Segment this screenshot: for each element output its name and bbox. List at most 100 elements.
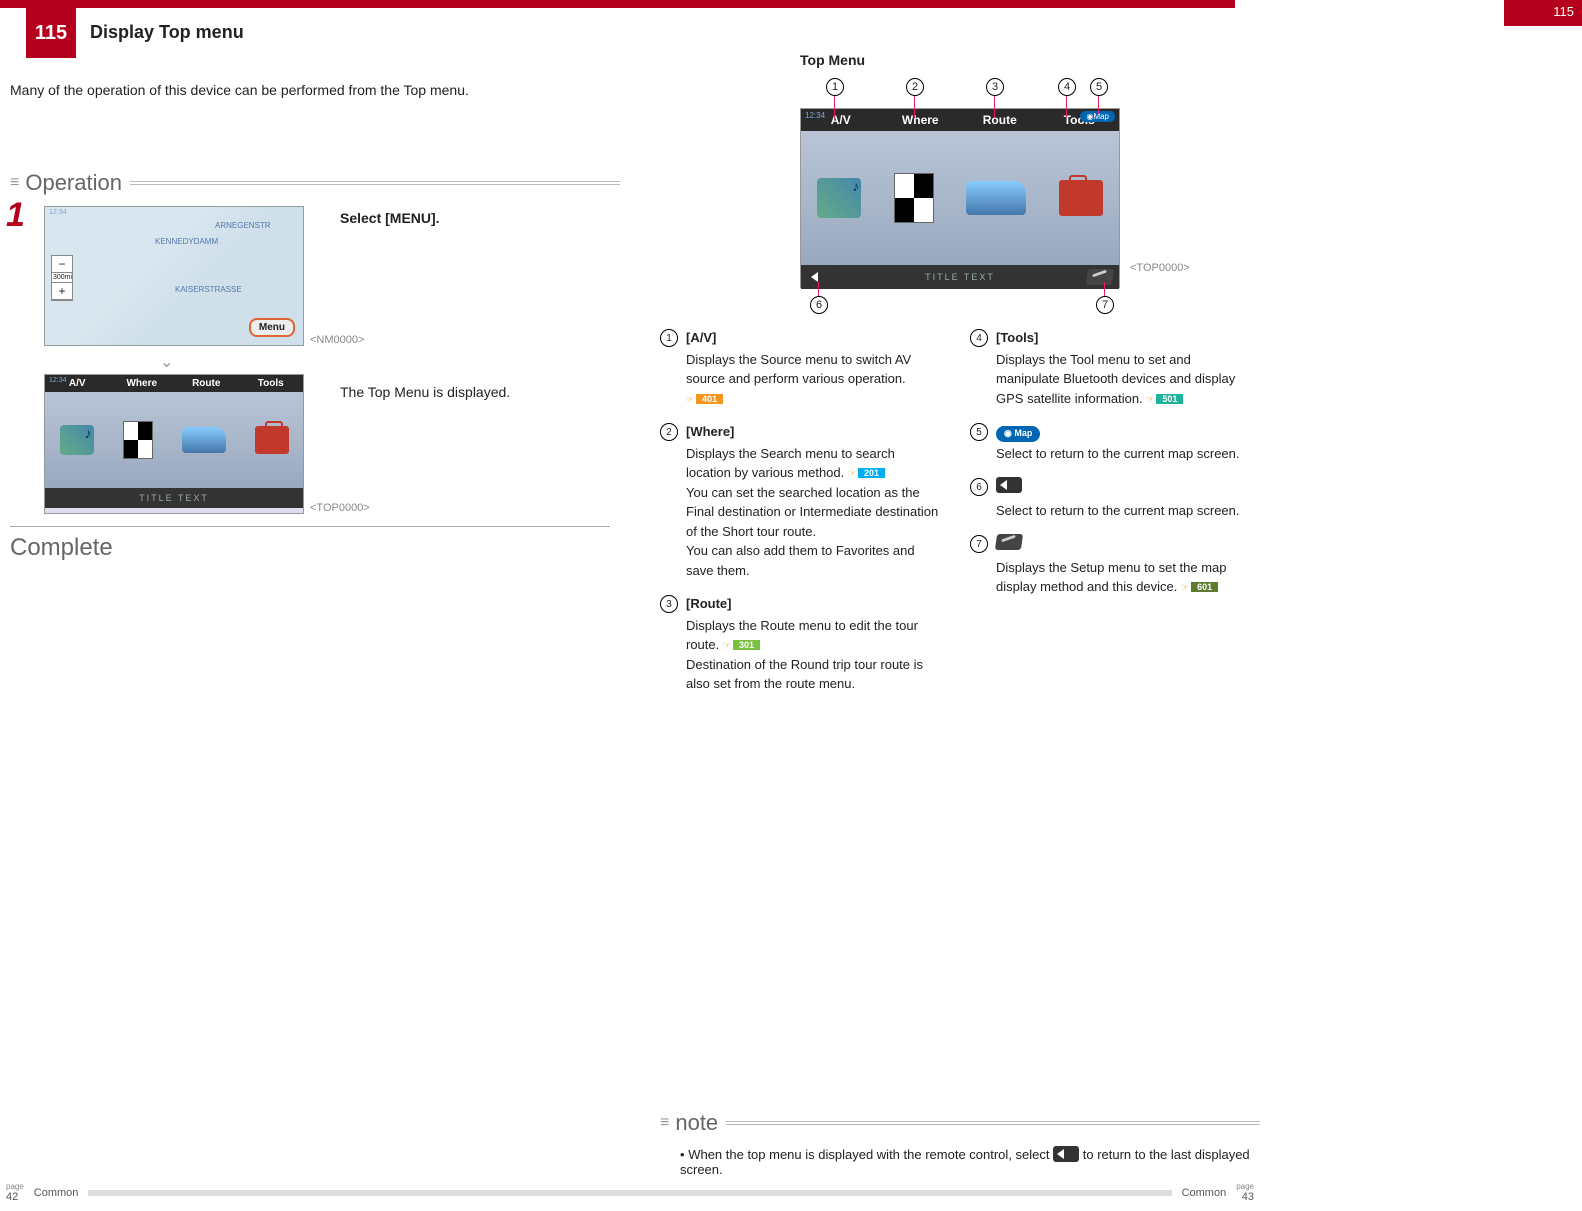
def-6-body: Select to return to the current map scre… [996,501,1240,521]
complete-label: Complete [10,534,113,562]
car-icon-large [966,181,1026,215]
callout-6: 6 [810,296,828,314]
footer-page-label-right: page [1236,1183,1254,1191]
def-2-body3: You can also add them to Favorites and s… [686,541,940,580]
top-red-bar [0,0,1235,8]
def-1-body: Displays the Source menu to switch AV so… [686,352,911,387]
back-icon[interactable] [807,269,833,285]
callout-2: 2 [906,78,924,96]
operation-heading-label: Operation [25,170,122,196]
tab-route[interactable]: Route [174,375,239,392]
back-icon-badge [996,477,1022,493]
callout-7: 7 [1096,296,1114,314]
ref-601: ☞601 [1181,581,1218,595]
av-icon [60,425,94,455]
footer-page-label-left: page [6,1183,24,1191]
callout-line-5 [1098,96,1099,114]
note-bullet: • [680,1147,685,1162]
step-1-number: 1 [6,196,25,235]
def-3-body2: Destination of the Round trip tour route… [686,655,940,694]
callout-3: 3 [986,78,1004,96]
intro-text: Many of the operation of this device can… [10,82,469,98]
note-line: • When the top menu is displayed with th… [680,1146,1260,1177]
heading-rule-2 [726,1121,1260,1125]
chevron-down-icon: ⌄ [160,352,173,372]
footer-common-right: Common [1182,1187,1227,1199]
callout-1: 1 [826,78,844,96]
page-title: Display Top menu [90,22,244,43]
top-tag-large: <TOP0000> [1130,262,1190,274]
def-num-5: 5 [970,423,988,441]
callout-line-1 [834,96,835,118]
operation-heading: Operation [10,170,620,196]
av-icon-large [817,178,861,218]
callout-4: 4 [1058,78,1076,96]
map-button-label: Map [1093,112,1109,121]
def-2-head: [Where] [686,422,940,442]
map-icon-badge: ◉ Map [996,426,1040,442]
def-2-body2: You can set the searched location as the… [686,483,940,542]
def-num-4: 4 [970,329,988,347]
def-num-6: 6 [970,478,988,496]
top-tag-small: <TOP0000> [310,502,370,514]
clock-label-2: 12:34 [49,377,67,384]
map-street-arne: ARNEGENSTR [215,221,271,230]
def-3-body1: Displays the Route menu to edit the tour… [686,618,918,653]
tab-route-large[interactable]: Route [960,113,1040,127]
zoom-out-button[interactable]: − [52,256,72,273]
footer: page 42 Common Common page 43 [0,1183,1260,1203]
tab-where[interactable]: Where [110,375,175,392]
ref-501: ☞501 [1146,393,1183,407]
map-street-kennedy: KENNEDYDAMM [155,237,218,246]
def-4-head: [Tools] [996,328,1250,348]
flag-icon-large [894,173,934,223]
def-num-7: 7 [970,535,988,553]
note-heading: note [660,1110,1260,1136]
footer-common-left: Common [34,1187,79,1199]
car-icon [182,427,226,453]
def-4-body: Displays the Tool menu to set and manipu… [996,352,1235,406]
divider [10,526,610,527]
def-3-head: [Route] [686,594,940,614]
tab-tools[interactable]: Tools [239,375,304,392]
nm-tag: <NM0000> [310,334,364,346]
zoom-scale: 300mi [52,273,72,283]
clock-label: 12:34 [49,209,67,216]
note-heading-label: note [675,1110,718,1136]
callout-line-4 [1066,96,1067,118]
page-number-badge: 115 [26,8,76,58]
zoom-in-button[interactable]: + [52,283,72,300]
callout-5: 5 [1090,78,1108,96]
step-1-text: Select [MENU]. [340,210,440,226]
top-menu-title: Top Menu [800,52,865,68]
def-num-3: 3 [660,595,678,613]
top-menu-screenshot-small: 12:34 A/V Where Route Tools TITLE TEXT [44,374,304,514]
callout-line-3 [994,96,995,118]
wrench-icon[interactable] [1086,269,1114,285]
zoom-control: − 300mi + [51,255,73,301]
footer-page-num-right: 43 [1236,1191,1254,1203]
def-num-1: 1 [660,329,678,347]
ref-201: ☞201 [848,467,885,481]
ref-301: ☞301 [723,639,760,653]
map-screenshot: 12:34 KENNEDYDAMM ARNEGENSTR KAISERSTRAS… [44,206,304,346]
top-menu-screenshot-large: 12:34 ◉ Map A/V Where Route Tools TITLE … [800,108,1120,288]
title-text-bar-large: TITLE TEXT [925,272,995,282]
def-num-2: 2 [660,423,678,441]
toolbox-icon [255,426,289,454]
result-text: The Top Menu is displayed. [340,384,510,400]
tab-where-large[interactable]: Where [881,113,961,127]
note-text-1: When the top menu is displayed with the … [688,1147,1049,1162]
map-street-kaiser: KAISERSTRASSE [175,285,242,294]
wrench-icon-badge [995,534,1023,550]
ref-401: ☞401 [686,393,723,407]
title-text-bar: TITLE TEXT [45,488,303,508]
toolbox-icon-large [1059,180,1103,216]
definitions: 1 [A/V] Displays the Source menu to swit… [660,328,1250,708]
def-1-head: [A/V] [686,328,940,348]
corner-page-tab: 115 [1504,0,1582,26]
flag-icon [123,421,153,459]
footer-bar [88,1190,1171,1196]
def-5-body: Select to return to the current map scre… [996,444,1240,464]
menu-button[interactable]: Menu [249,318,295,337]
